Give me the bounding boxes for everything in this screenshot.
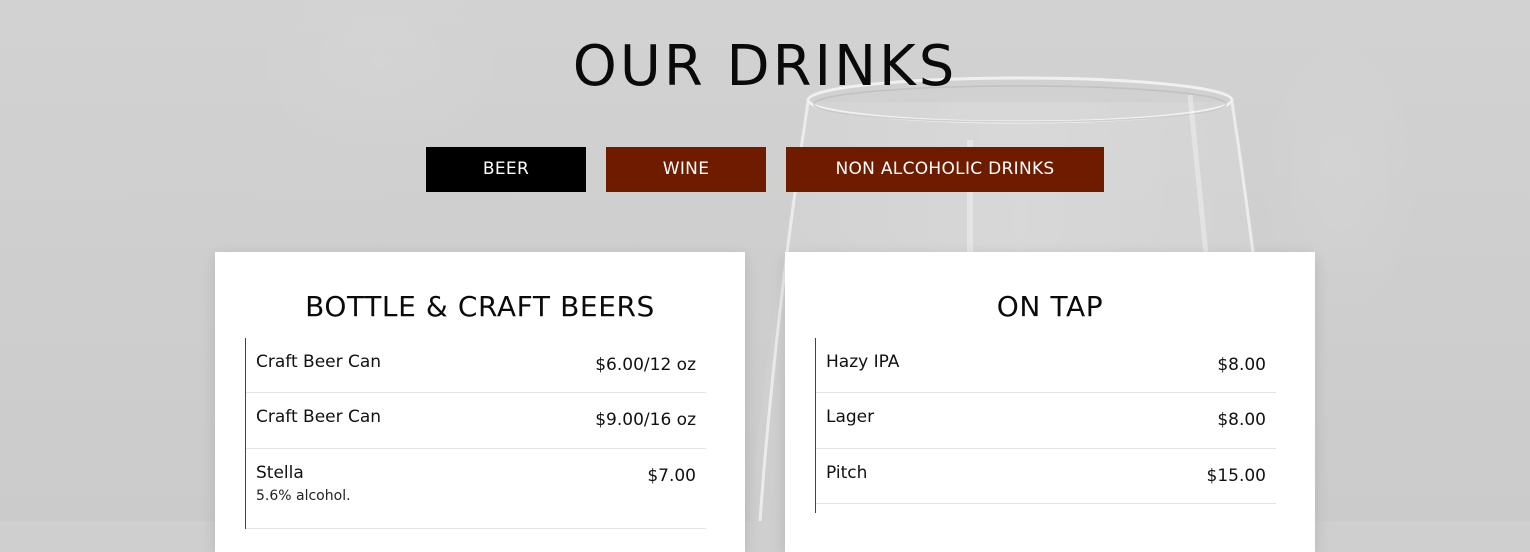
menu-item-name: Pitch: [826, 463, 868, 483]
menu-item-price: $8.00: [1217, 410, 1266, 430]
menu-item-price: $8.00: [1217, 355, 1266, 375]
menu-item-description: 5.6% alcohol.: [256, 488, 351, 504]
menu-item: Lager $8.00: [816, 393, 1276, 449]
tab-wine[interactable]: WINE: [606, 147, 766, 192]
menu-card-title: BOTTLE & CRAFT BEERS: [305, 290, 655, 323]
menu-item: Craft Beer Can $6.00/12 oz: [246, 338, 706, 393]
menu-card-on-tap: ON TAP Hazy IPA $8.00 Lager $8.00 Pitch …: [785, 252, 1315, 552]
menu-item-price: $7.00: [647, 466, 696, 486]
menu-card-title: ON TAP: [996, 290, 1104, 323]
menu-item-name: Lager: [826, 407, 875, 427]
tab-non-alcoholic-drinks[interactable]: NON ALCOHOLIC DRINKS: [786, 147, 1104, 192]
menu-item-name: Stella: [256, 463, 304, 483]
page-title: OUR DRINKS: [572, 34, 958, 99]
menu-item-price: $6.00/12 oz: [595, 355, 696, 375]
menu-card-bottle-craft-beers: BOTTLE & CRAFT BEERS Craft Beer Can $6.0…: [215, 252, 745, 552]
menu-item: Craft Beer Can $9.00/16 oz: [246, 393, 706, 449]
tab-beer[interactable]: BEER: [426, 147, 586, 192]
drink-category-tabs: BEER WINE NON ALCOHOLIC DRINKS: [0, 147, 1530, 192]
menu-item-price: $9.00/16 oz: [595, 410, 696, 430]
menu-item-name: Hazy IPA: [826, 352, 900, 372]
menu-list: Hazy IPA $8.00 Lager $8.00 Pitch $15.00: [815, 338, 1276, 513]
menu-item: Pitch $15.00: [816, 449, 1276, 504]
menu-item: Stella 5.6% alcohol. $7.00: [246, 449, 706, 529]
menu-item: Hazy IPA $8.00: [816, 338, 1276, 393]
menu-list: Craft Beer Can $6.00/12 oz Craft Beer Ca…: [245, 338, 706, 529]
menu-item-price: $15.00: [1206, 466, 1266, 486]
